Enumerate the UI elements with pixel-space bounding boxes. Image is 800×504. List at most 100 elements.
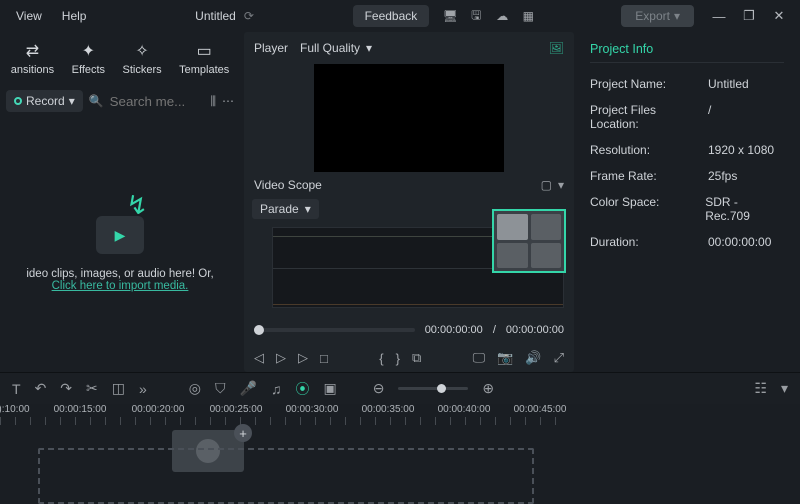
scope-layout-picker[interactable] [492, 209, 566, 273]
save-icon[interactable]: 🖫 [463, 6, 489, 27]
pi-value: 25fps [708, 169, 737, 183]
timeline-ruler[interactable]: ):10:00 00:00:15:00 00:00:20:00 00:00:25… [0, 404, 570, 430]
feedback-button[interactable]: Feedback [353, 5, 430, 27]
marker-icon[interactable]: ◎ [189, 380, 201, 397]
filter-icon[interactable]: ⫼ [210, 94, 216, 109]
pi-label: Frame Rate: [590, 169, 708, 183]
project-info-row: Project Files Location:/ [590, 97, 784, 137]
timeline-tracks[interactable]: + [0, 430, 570, 494]
snapshot-icon[interactable]: 📷 [497, 350, 513, 366]
tab-label: Stickers [123, 64, 162, 76]
transitions-icon: ⇄ [26, 41, 39, 61]
video-scope-graph: 1023 512 [254, 223, 564, 312]
redo-icon[interactable]: ↷ [60, 380, 72, 397]
ruler-label: 00:00:25:00 [210, 404, 263, 415]
tab-effects[interactable]: ✦Effects [72, 41, 105, 76]
pi-label: Project Files Location: [590, 103, 708, 131]
chevron-down-icon[interactable]: ▾ [558, 178, 564, 192]
audio-icon[interactable]: ♫ [271, 381, 282, 397]
shield-icon[interactable]: ⛉ [215, 380, 226, 397]
zoom-slider[interactable] [398, 387, 468, 390]
time-current: 00:00:00:00 [425, 324, 483, 336]
stickers-icon: ✧ [135, 41, 148, 61]
import-icon: ↯ ▶ [90, 198, 150, 258]
media-dropzone[interactable]: ↯ ▶ ideo clips, images, or audio here! O… [0, 118, 240, 372]
stop-icon[interactable]: □ [320, 351, 328, 366]
pi-label: Color Space: [590, 195, 705, 223]
player-controls: ◁ ▷ ▷ □ { } ⧉ 🖵 📷 🔊 ⤢ [244, 344, 574, 372]
scope-layout-3[interactable] [497, 243, 528, 269]
zoom-in-icon[interactable]: ⊕ [482, 380, 494, 397]
minimize-button[interactable]: — [704, 9, 734, 24]
scope-frame-icon[interactable]: ▢ [541, 178, 552, 192]
project-info-row: Color Space:SDR - Rec.709 [590, 189, 784, 229]
crop-icon[interactable]: ◫ [112, 380, 125, 397]
search-input[interactable] [110, 94, 205, 109]
video-canvas[interactable] [314, 64, 504, 172]
media-tabs: ⇄ ansitions ✦Effects ✧ Stickers ▭Templates [0, 32, 240, 84]
next-frame-icon[interactable]: ▷ [298, 350, 308, 366]
quality-dropdown[interactable]: Full Quality ▾ [300, 41, 372, 55]
cloud-icon[interactable]: ☁ [489, 9, 515, 23]
close-button[interactable]: ✕ [764, 8, 794, 24]
history-icon[interactable]: ⟳ [244, 9, 254, 23]
search-icon[interactable]: 🔍 [89, 94, 104, 108]
maximize-button[interactable]: ❐ [734, 8, 764, 24]
more-tools-icon[interactable]: » [139, 381, 147, 397]
desktop-icon[interactable]: 🖥 [437, 9, 463, 23]
project-info-row: Duration:00:00:00:00 [590, 229, 784, 255]
image-icon[interactable]: 🖼 [549, 41, 564, 55]
tab-label: ansitions [11, 64, 54, 76]
more-icon[interactable]: ⋯ [222, 94, 234, 108]
export-button[interactable]: Export ▾ [621, 5, 694, 27]
add-clip-button[interactable]: + [234, 424, 252, 442]
fullscreen-icon[interactable]: ⤢ [554, 350, 564, 366]
menu-view[interactable]: View [6, 5, 52, 27]
mark-out-icon[interactable]: } [396, 351, 400, 366]
ruler-label: 00:00:40:00 [438, 404, 491, 415]
scope-layout-4[interactable] [531, 243, 562, 269]
project-info-row: Project Name:Untitled [590, 71, 784, 97]
display-icon[interactable]: 🖵 [473, 350, 486, 366]
undo-icon[interactable]: ↶ [35, 380, 47, 397]
track-options-icon[interactable]: ☷ [754, 380, 767, 397]
dropzone-text: ideo clips, images, or audio here! Or, C… [26, 268, 213, 292]
tab-transitions[interactable]: ⇄ ansitions [11, 41, 54, 76]
chevron-down-icon[interactable]: ▾ [781, 380, 788, 397]
pi-value: / [708, 103, 711, 131]
mark-in-icon[interactable]: { [379, 351, 383, 366]
frame-icon[interactable]: ▣ [323, 380, 336, 397]
tab-label: Effects [72, 64, 105, 76]
magnet-icon[interactable]: ⦿ [295, 379, 309, 399]
delete-icon[interactable]: ✂ [86, 380, 98, 397]
record-button[interactable]: Record ▾ [6, 90, 83, 112]
play-icon[interactable]: ▷ [276, 350, 286, 366]
pi-value: 00:00:00:00 [708, 235, 771, 249]
compare-icon[interactable]: ⧉ [412, 350, 421, 366]
zoom-out-icon[interactable]: ⊖ [373, 380, 385, 397]
scrubber-handle[interactable] [254, 325, 264, 335]
tab-templates[interactable]: ▭Templates [179, 41, 229, 76]
zoom-handle[interactable] [437, 384, 446, 393]
scope-layout-2[interactable] [531, 214, 562, 240]
text-tool-icon[interactable]: T [12, 381, 21, 397]
mic-icon[interactable]: 🎤 [240, 380, 257, 397]
project-info-panel: Project Info Project Name:Untitled Proje… [578, 32, 796, 372]
project-info-row: Resolution:1920 x 1080 [590, 137, 784, 163]
volume-icon[interactable]: 🔊 [525, 350, 541, 366]
apps-icon[interactable]: ▦ [515, 9, 541, 23]
import-link[interactable]: Click here to import media. [52, 280, 189, 292]
scope-mode-dropdown[interactable]: Parade ▾ [252, 199, 319, 219]
record-icon [14, 97, 22, 105]
menu-help[interactable]: Help [52, 5, 97, 27]
playback-scrubber[interactable] [254, 328, 415, 332]
prev-frame-icon[interactable]: ◁ [254, 350, 264, 366]
titlebar: View Help Untitled ⟳ Feedback 🖥 🖫 ☁ ▦ Ex… [0, 0, 800, 32]
chevron-down-icon: ▾ [674, 9, 680, 23]
play-icon: ▶ [115, 227, 126, 244]
scope-layout-1[interactable] [497, 214, 528, 240]
ruler-ticks [0, 417, 570, 425]
track-dropzone[interactable] [38, 448, 534, 504]
tab-stickers[interactable]: ✧ Stickers [123, 41, 162, 76]
time-total: 00:00:00:00 [506, 324, 564, 336]
